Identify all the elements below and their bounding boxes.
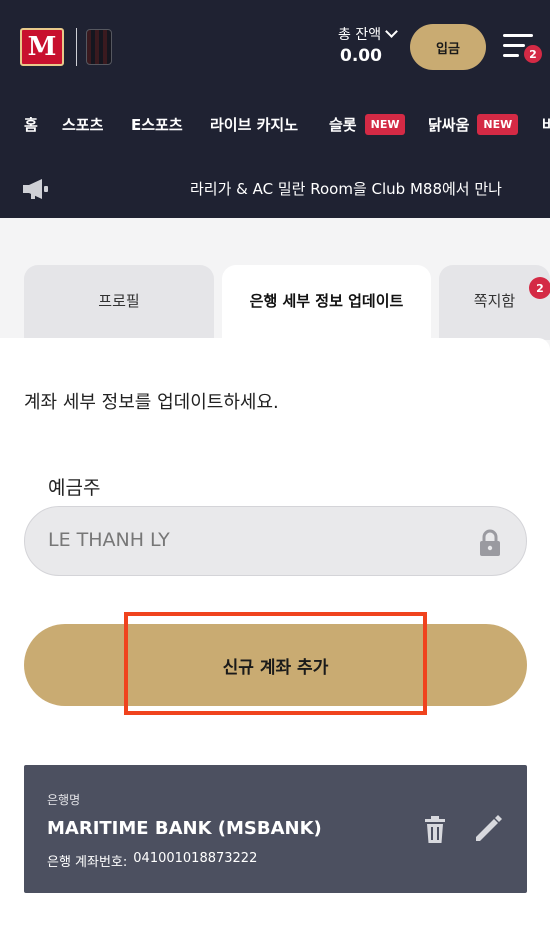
megaphone-icon <box>23 179 48 199</box>
logo-divider <box>76 28 77 66</box>
highlight-box <box>124 612 427 715</box>
new-badge: NEW <box>477 113 519 135</box>
announcement-text: 라리가 & AC 밀란 Room을 Club M88에서 만나 <box>190 180 502 198</box>
bank-name: MARITIME BANK (MSBANK) <box>47 818 322 839</box>
chevron-down-icon <box>385 25 398 38</box>
nav-item-cockfight[interactable]: 닭싸움 NEW <box>428 110 519 138</box>
nav-item-slots[interactable]: 슬롯 NEW <box>329 110 406 138</box>
tab-inbox[interactable]: 쪽지함 <box>439 265 550 340</box>
main-nav: 홈 스포츠 E스포츠 라이브 카지노 슬롯 NEW 닭싸움 NEW 바 <box>0 110 550 138</box>
logo-letter: M <box>27 32 57 62</box>
account-holder-label: 예금주 <box>48 477 101 499</box>
account-holder-field: LE THANH LY <box>24 506 527 576</box>
tab-bank-details[interactable]: 은행 세부 정보 업데이트 <box>222 265 431 340</box>
nav-item-home[interactable]: 홈 <box>24 110 38 138</box>
ac-milan-badge-icon <box>86 29 112 65</box>
deposit-button[interactable]: 입금 <box>410 24 486 70</box>
tab-profile[interactable]: 프로필 <box>24 265 214 340</box>
bank-name-label: 은행명 <box>47 793 81 807</box>
top-header: M 총 잔액 0.00 입금 2 홈 스포츠 E스포츠 라이브 카지노 슬롯 N… <box>0 0 550 218</box>
nav-item-more[interactable]: 바 <box>542 110 550 138</box>
balance-label: 총 잔액 <box>338 27 382 43</box>
account-number: 041001018873222 <box>133 851 258 866</box>
menu-notification-badge: 2 <box>524 45 542 63</box>
account-number-row: 은행 계좌번호: 041001018873222 <box>47 851 257 870</box>
nav-item-live-casino[interactable]: 라이브 카지노 <box>210 110 298 138</box>
trash-icon[interactable] <box>423 816 447 844</box>
instruction-text: 계좌 세부 정보를 업데이트하세요. <box>24 392 279 413</box>
bank-account-card: 은행명 MARITIME BANK (MSBANK) 은행 계좌번호: 0410… <box>24 765 527 893</box>
new-badge: NEW <box>364 113 406 135</box>
account-number-label: 은행 계좌번호: <box>47 855 128 870</box>
edit-pencil-icon[interactable] <box>472 813 504 845</box>
announcement-bar[interactable]: 라리가 & AC 밀란 Room을 Club M88에서 만나 <box>0 164 550 214</box>
inbox-badge: 2 <box>529 277 550 299</box>
account-holder-value: LE THANH LY <box>48 529 170 551</box>
nav-item-esports[interactable]: E스포츠 <box>131 110 183 138</box>
lock-icon <box>480 529 500 556</box>
nav-item-sports[interactable]: 스포츠 <box>62 110 103 138</box>
m88-logo[interactable]: M <box>20 28 64 66</box>
balance-value: 0.00 <box>340 46 382 66</box>
balance-dropdown[interactable]: 총 잔액 <box>338 24 398 44</box>
